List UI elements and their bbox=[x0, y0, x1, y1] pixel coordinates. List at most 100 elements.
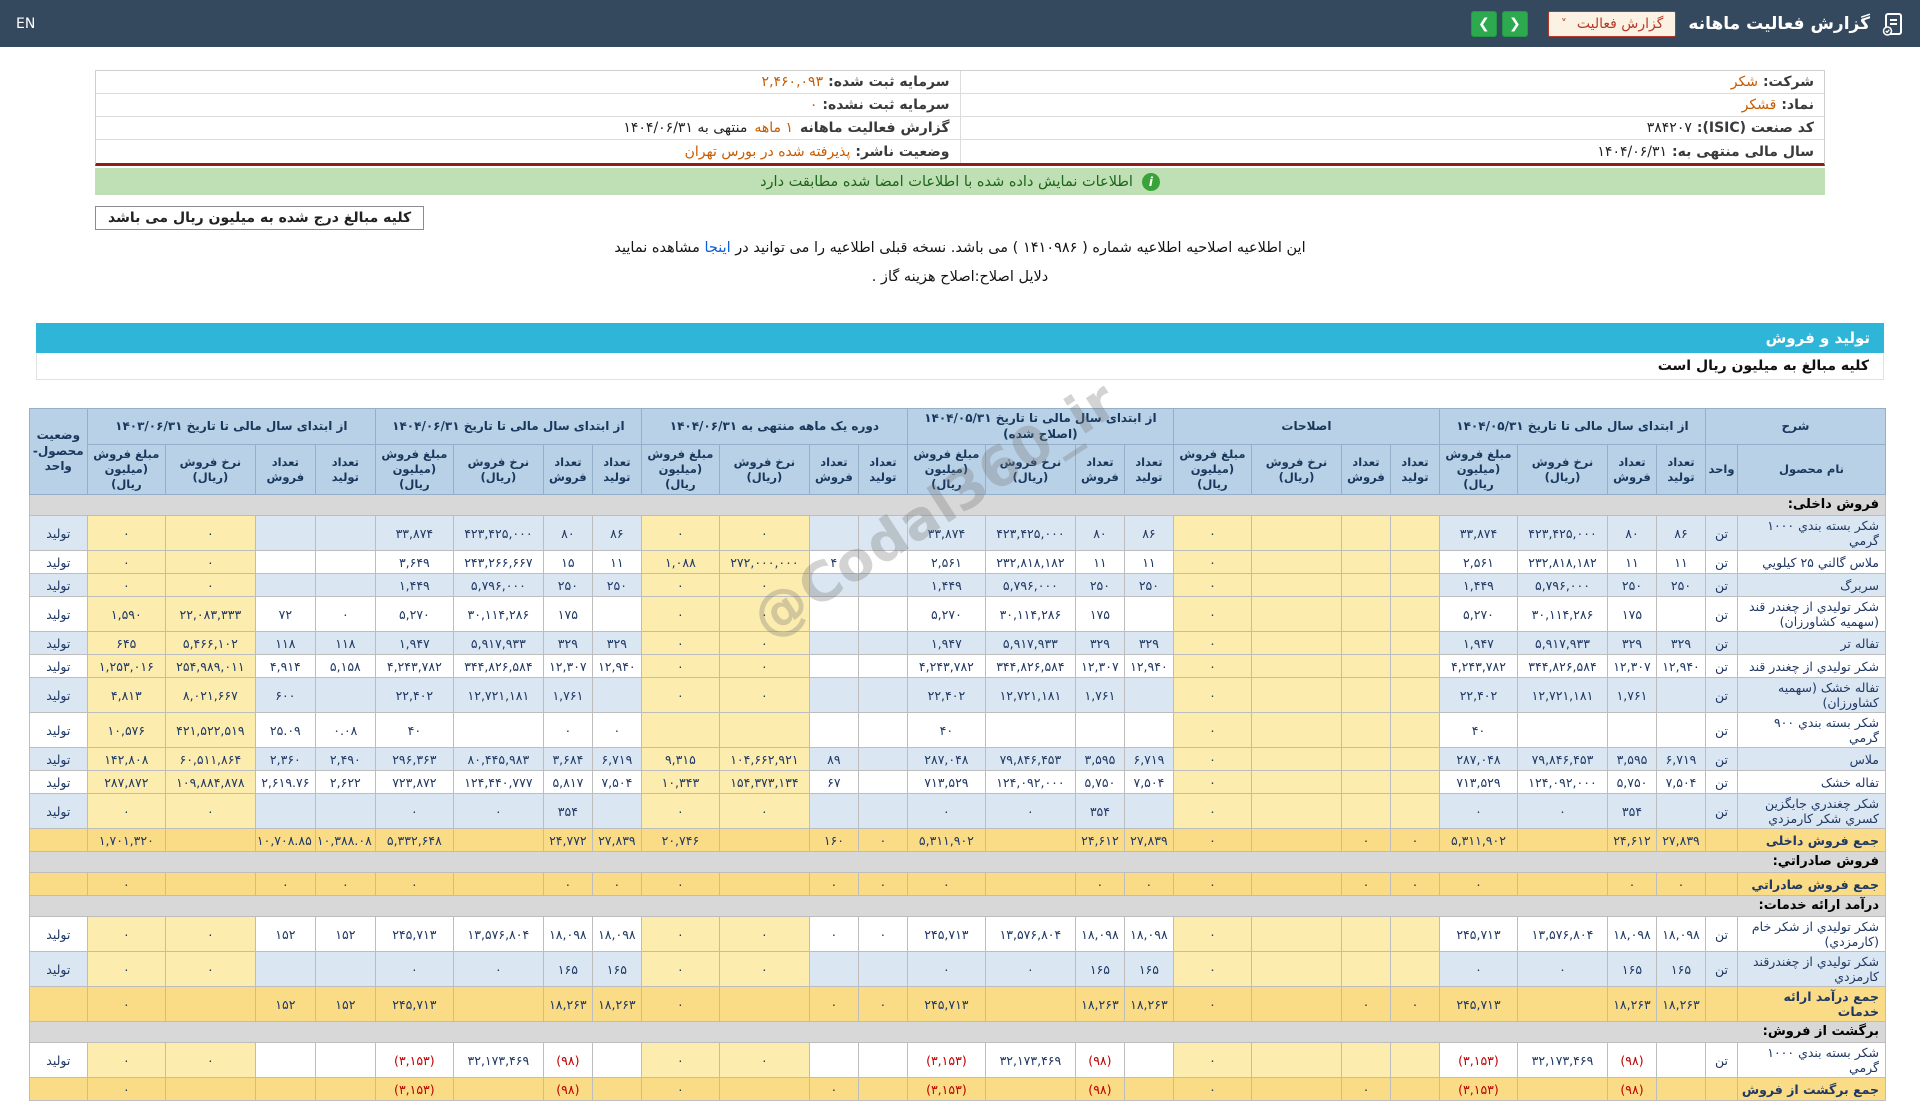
g1-rate: ۰ bbox=[1516, 793, 1608, 829]
g2-qty-sold bbox=[1340, 631, 1391, 655]
g3-rate: ۵,۷۹۶,۰۰۰ bbox=[984, 573, 1076, 597]
g1-qty-produced: ۲۵۰ bbox=[1655, 573, 1706, 597]
company-value[interactable]: شکر bbox=[1731, 74, 1758, 90]
g4-rate bbox=[718, 1077, 810, 1101]
g4-qty-produced bbox=[857, 951, 908, 987]
g3-qty-sold: ۵,۷۵۰ bbox=[1074, 770, 1125, 794]
g6-rate bbox=[164, 828, 256, 852]
g4-qty-produced bbox=[857, 770, 908, 794]
g1-rate bbox=[1516, 828, 1608, 852]
page-title: گزارش فعالیت ماهانه bbox=[1688, 13, 1870, 34]
g2-qty-produced bbox=[1389, 747, 1440, 771]
g2-rate bbox=[1250, 770, 1342, 794]
g6-qty-produced: ۰ bbox=[314, 596, 376, 632]
product-name: شکر توليدي از چغندر قند (سهميه کشاورزان) bbox=[1737, 596, 1886, 632]
g6-qty-sold bbox=[254, 515, 316, 551]
g6-amount: ۰ bbox=[86, 1042, 166, 1078]
g1-qty-produced: ۸۶ bbox=[1655, 515, 1706, 551]
table-row: شکر بسته بندي ۱۰۰۰ گرمي تن (۹۸) ۳۲,۱۷۳,۴۶۹(… bbox=[28, 1042, 1886, 1078]
language-toggle[interactable]: EN bbox=[16, 16, 35, 32]
g1-amount: ۵,۲۷۰ bbox=[1438, 596, 1518, 632]
g3-amount: ۴,۲۴۳,۷۸۲ bbox=[906, 654, 986, 678]
sub-header: تعداد تولید bbox=[1123, 444, 1174, 495]
g1-rate: ۳۰,۱۱۴,۲۸۶ bbox=[1516, 596, 1608, 632]
g2-amount: ۰ bbox=[1172, 872, 1252, 896]
g6-rate: ۰ bbox=[164, 550, 256, 574]
fiscal-year-label: سال مالی منتهی به: bbox=[1672, 143, 1814, 160]
g2-amount: ۰ bbox=[1172, 951, 1252, 987]
g5-qty-produced: ۰ bbox=[591, 712, 642, 748]
product-status bbox=[28, 986, 88, 1022]
g2-qty-produced bbox=[1389, 712, 1440, 748]
unit: تن bbox=[1704, 747, 1739, 771]
g4-rate: ۰ bbox=[718, 1042, 810, 1078]
group-header-3: از ابتدای سال مالی تا تاریخ ۱۴۰۴/۰۵/۳۱ (… bbox=[906, 407, 1174, 446]
g3-rate: ۱۳,۵۷۶,۸۰۴ bbox=[984, 916, 1076, 952]
g5-qty-sold: ۳,۶۸۴ bbox=[542, 747, 593, 771]
sub-header: مبلغ فروش (میلیون ریال) bbox=[906, 444, 986, 495]
report-period-length: ۱ ماهه bbox=[754, 120, 793, 136]
g6-qty-sold bbox=[254, 573, 316, 597]
g2-qty-sold bbox=[1340, 916, 1391, 952]
g3-qty-sold: ۳,۵۹۵ bbox=[1074, 747, 1125, 771]
sub-header: تعداد تولید bbox=[591, 444, 642, 495]
g4-qty-produced bbox=[857, 573, 908, 597]
report-icon bbox=[1882, 12, 1904, 36]
next-report-button[interactable]: ❯ bbox=[1501, 10, 1528, 37]
g1-qty-produced bbox=[1655, 1077, 1706, 1101]
g5-amount: ۱,۴۴۹ bbox=[374, 573, 454, 597]
g1-qty-sold: ۱۸,۲۶۳ bbox=[1606, 986, 1657, 1022]
g4-qty-sold: ۰ bbox=[808, 1077, 859, 1101]
g1-qty-produced: ۶,۷۱۹ bbox=[1655, 747, 1706, 771]
g4-qty-produced bbox=[857, 677, 908, 713]
report-type-dropdown[interactable]: گزارش فعالیت ˅ bbox=[1547, 10, 1677, 37]
g6-qty-sold: ۱۵۲ bbox=[254, 986, 316, 1022]
unit: تن bbox=[1704, 770, 1739, 794]
g3-rate bbox=[984, 986, 1076, 1022]
g5-qty-produced: ۰ bbox=[591, 872, 642, 896]
g6-qty-produced bbox=[314, 793, 376, 829]
g4-amount: ۰ bbox=[640, 677, 720, 713]
g3-qty-sold: ۱۸,۲۶۳ bbox=[1074, 986, 1125, 1022]
total-row: جمع فروش صادراتي ۰ ۰ ۰ ۰ ۰ ۰ ۰ ۰ ۰ ۰ ۰ ۰ ۰ ۰ ۰ ۰ ۰ ۰ bbox=[28, 872, 1886, 896]
previous-version-link[interactable]: اینجا bbox=[704, 240, 730, 256]
sub-header: نرخ فروش (ریال) bbox=[1516, 444, 1608, 495]
g2-rate bbox=[1250, 747, 1342, 771]
g2-rate bbox=[1250, 916, 1342, 952]
g6-rate bbox=[164, 986, 256, 1022]
g5-rate: ۳۲,۱۷۳,۴۶۹ bbox=[452, 1042, 544, 1078]
g2-rate bbox=[1250, 986, 1342, 1022]
g1-qty-sold: ۰ bbox=[1606, 872, 1657, 896]
symbol-value[interactable]: قشکر bbox=[1742, 97, 1777, 113]
g2-qty-produced bbox=[1389, 631, 1440, 655]
g6-amount: ۰ bbox=[86, 515, 166, 551]
g2-qty-produced: ۰ bbox=[1389, 828, 1440, 852]
product-status: تولید bbox=[28, 747, 88, 771]
g5-amount: ۳۳,۸۷۴ bbox=[374, 515, 454, 551]
unit bbox=[1704, 1077, 1739, 1101]
sub-header: نرخ فروش (ریال) bbox=[1250, 444, 1342, 495]
g3-rate: ۳۲,۱۷۳,۴۶۹ bbox=[984, 1042, 1076, 1078]
table-row: سربرگ تن ۲۵۰ ۲۵۰ ۵,۷۹۶,۰۰۰ ۱,۴۴۹ ۰ ۲۵۰ ۲۵۰ ۵,۷۹۶,… bbox=[28, 573, 1886, 597]
g4-amount: ۰ bbox=[640, 631, 720, 655]
sub-header: مبلغ فروش (میلیون ریال) bbox=[86, 444, 166, 495]
g2-qty-produced bbox=[1389, 596, 1440, 632]
g2-amount: ۰ bbox=[1172, 916, 1252, 952]
g3-amount: ۵,۳۱۱,۹۰۲ bbox=[906, 828, 986, 852]
g5-amount: ۲۲,۴۰۲ bbox=[374, 677, 454, 713]
g4-amount: ۰ bbox=[640, 951, 720, 987]
section-row: فروش داخلی: bbox=[28, 494, 1887, 516]
g5-qty-sold: ۲۴,۷۷۲ bbox=[542, 828, 593, 852]
g6-qty-sold bbox=[254, 1042, 316, 1078]
g3-rate bbox=[984, 872, 1076, 896]
g3-qty-produced: ۲۷,۸۳۹ bbox=[1123, 828, 1174, 852]
g2-rate bbox=[1250, 872, 1342, 896]
g2-amount: ۰ bbox=[1172, 770, 1252, 794]
g5-qty-sold: ۱۸,۰۹۸ bbox=[542, 916, 593, 952]
g4-rate bbox=[718, 872, 810, 896]
unit bbox=[1704, 828, 1739, 852]
unit bbox=[1704, 872, 1739, 896]
g4-amount: ۰ bbox=[640, 986, 720, 1022]
previous-report-button[interactable]: ❮ bbox=[1470, 10, 1497, 37]
g3-qty-produced: ۷,۵۰۴ bbox=[1123, 770, 1174, 794]
